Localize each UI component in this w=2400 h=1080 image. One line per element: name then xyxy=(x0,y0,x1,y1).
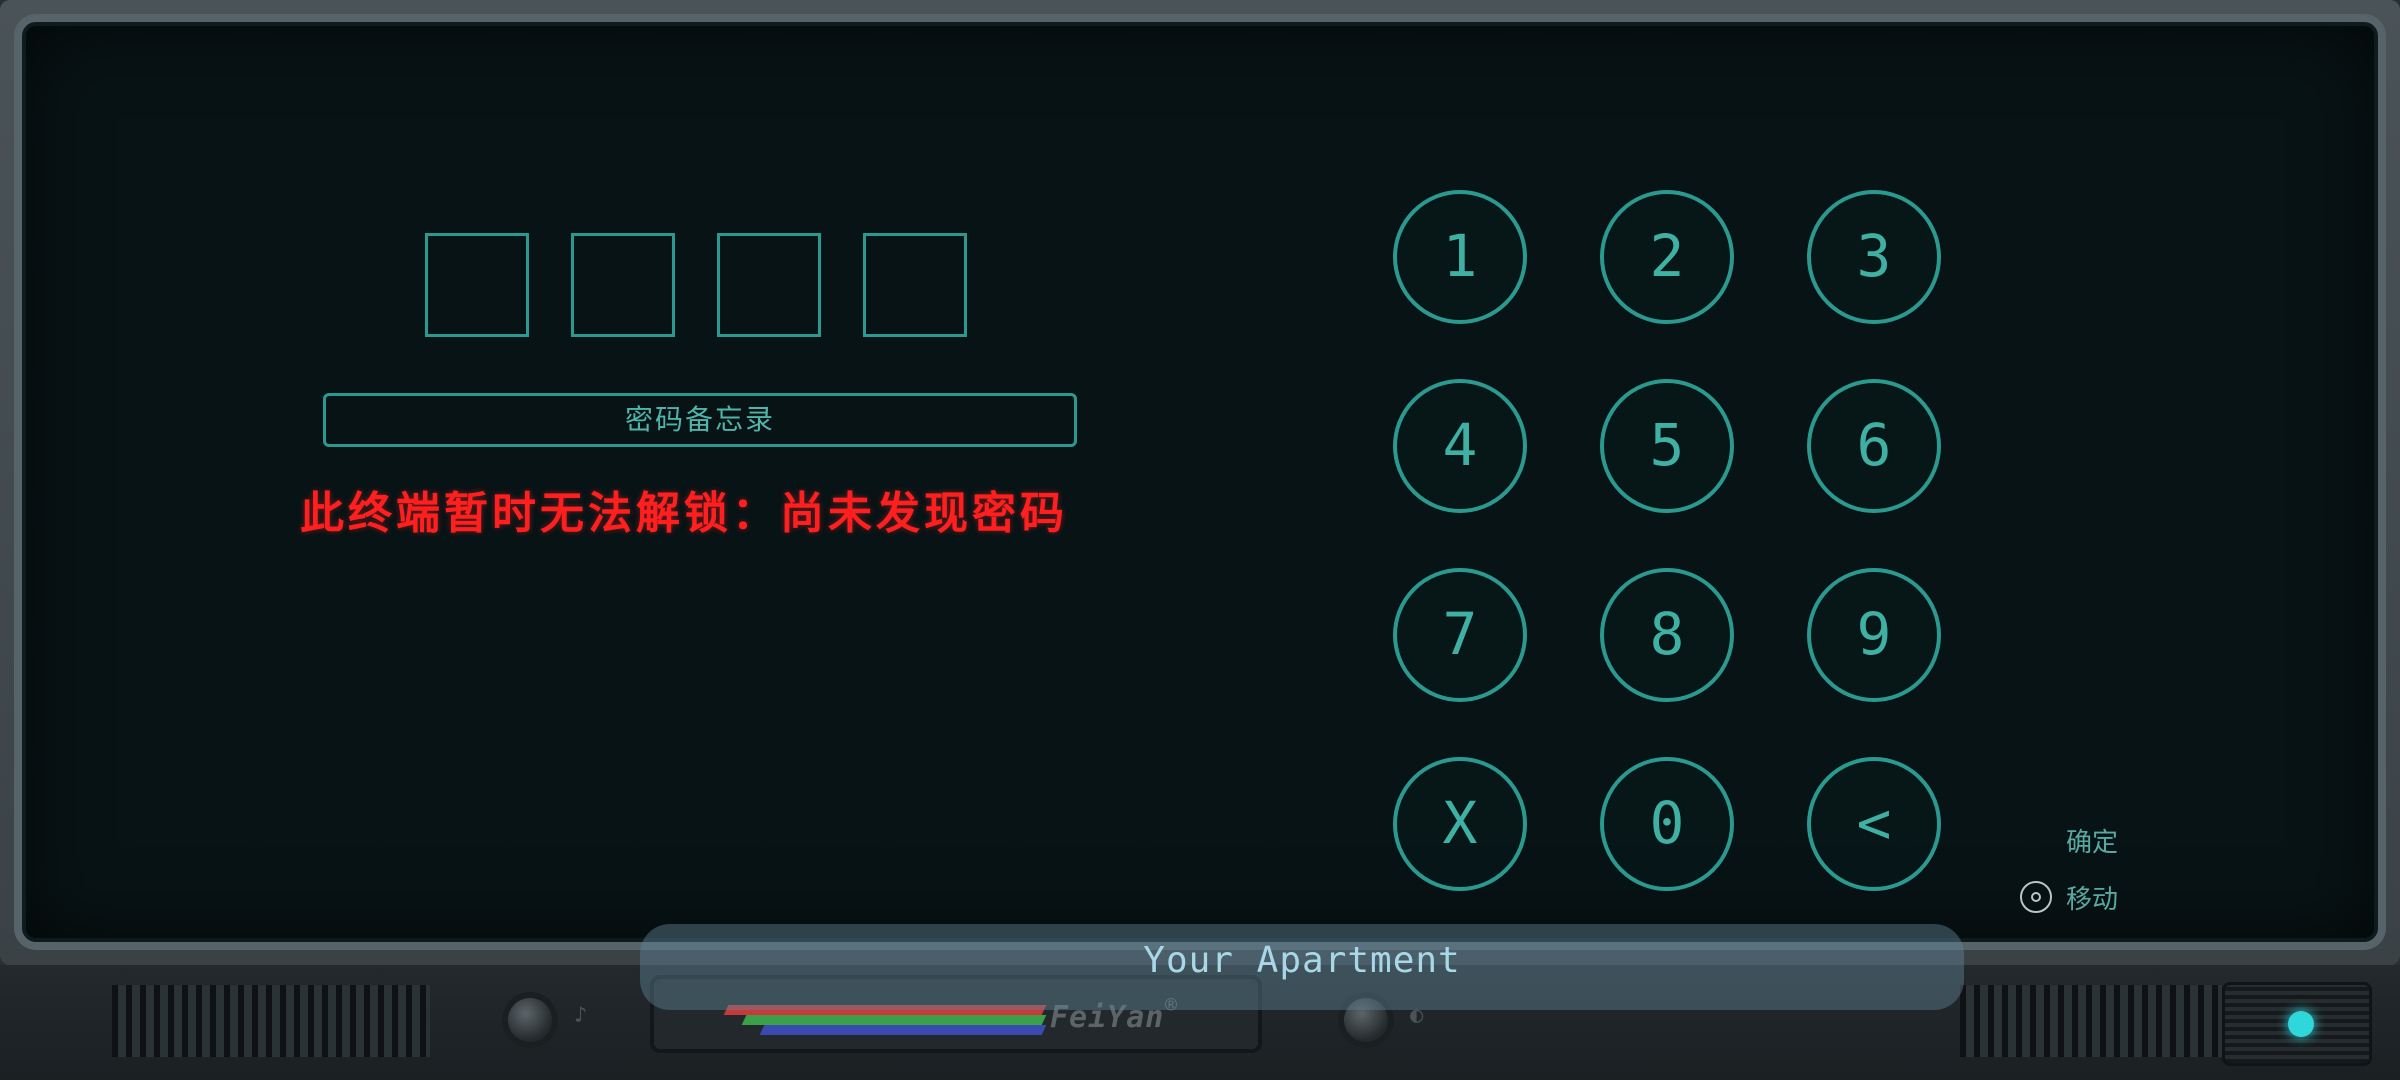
key-2[interactable]: 2 xyxy=(1600,190,1734,324)
move-hint: 移动 xyxy=(2066,885,2119,915)
speaker-grille-right xyxy=(1960,985,2222,1057)
password-memo-button[interactable]: 密码备忘录 xyxy=(323,393,1077,447)
left-stick-icon xyxy=(2020,881,2052,913)
music-note-icon: ♪ xyxy=(574,1003,588,1028)
code-slot-1 xyxy=(425,233,529,337)
code-slot-4 xyxy=(863,233,967,337)
power-led-icon xyxy=(2288,1011,2314,1037)
key-6[interactable]: 6 xyxy=(1807,379,1941,513)
key-clear[interactable]: X xyxy=(1393,757,1527,891)
unlock-status-message: 此终端暂时无法解锁：尚未发现密码 xyxy=(300,488,1068,539)
key-8[interactable]: 8 xyxy=(1600,568,1734,702)
code-slot-2 xyxy=(571,233,675,337)
key-3[interactable]: 3 xyxy=(1807,190,1941,324)
location-name: Your Apartment xyxy=(1143,940,1461,981)
key-4[interactable]: 4 xyxy=(1393,379,1527,513)
confirm-hint: 确定 xyxy=(2066,828,2119,858)
key-0[interactable]: 0 xyxy=(1600,757,1734,891)
key-backspace[interactable]: < xyxy=(1807,757,1941,891)
code-slot-3 xyxy=(717,233,821,337)
speaker-grille-left xyxy=(112,985,430,1057)
key-7[interactable]: 7 xyxy=(1393,568,1527,702)
key-5[interactable]: 5 xyxy=(1600,379,1734,513)
key-1[interactable]: 1 xyxy=(1393,190,1527,324)
key-9[interactable]: 9 xyxy=(1807,568,1941,702)
terminal-screen xyxy=(14,14,2386,950)
volume-knob[interactable] xyxy=(508,998,552,1042)
